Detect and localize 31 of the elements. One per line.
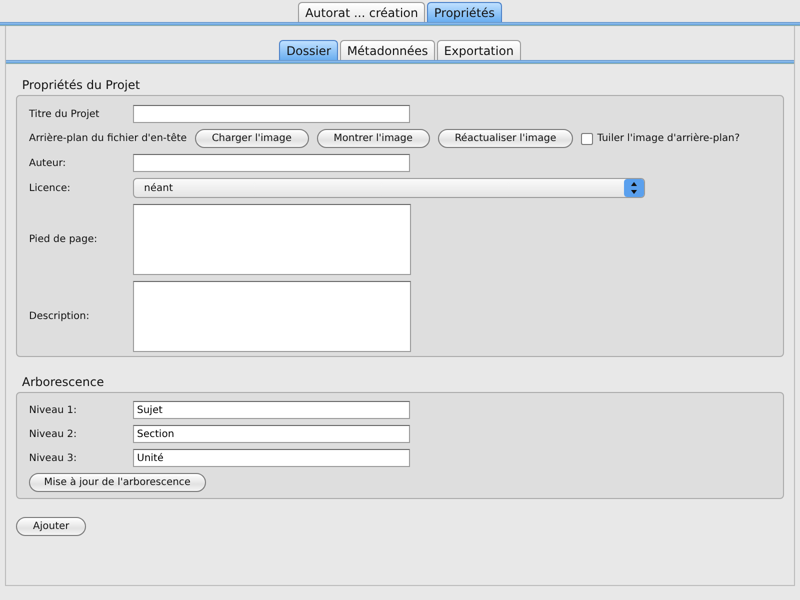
- tab[interactable]: Dossier: [279, 40, 338, 60]
- update-button[interactable]: Mise à jour de l'arborescence: [29, 473, 206, 492]
- license-select[interactable]: néant: [133, 178, 645, 198]
- text-area[interactable]: [133, 281, 411, 352]
- input-field[interactable]: [133, 105, 410, 123]
- tab[interactable]: Autorat ... création: [298, 2, 426, 22]
- field-label: Niveau 3:: [29, 452, 78, 464]
- input-field[interactable]: [133, 154, 410, 172]
- section-title: Propriétés du Projet: [22, 78, 141, 92]
- input-field[interactable]: Sujet: [133, 401, 410, 419]
- input-field[interactable]: Section: [133, 425, 410, 443]
- text-area[interactable]: [133, 204, 411, 275]
- tab[interactable]: Métadonnées: [340, 40, 436, 60]
- add-button[interactable]: Ajouter: [16, 517, 86, 536]
- tile-checkbox[interactable]: Tuiler l'image d'arrière-plan?: [581, 132, 740, 144]
- field-label: Arrière-plan du fichier d'en-tête: [29, 133, 187, 144]
- field-label: Auteur:: [29, 158, 67, 168]
- field-label: Niveau 2:: [29, 428, 78, 440]
- image-button[interactable]: Montrer l'image: [316, 129, 430, 148]
- section-title: Arborescence: [22, 375, 105, 389]
- stepper-icon: [624, 179, 644, 197]
- tab[interactable]: Exportation: [437, 40, 521, 60]
- tab[interactable]: Propriétés: [427, 2, 502, 22]
- field-label: Description:: [29, 311, 90, 322]
- image-button[interactable]: Charger l'image: [194, 129, 309, 148]
- field-label: Pied de page:: [29, 234, 98, 245]
- image-button[interactable]: Réactualiser l'image: [438, 129, 574, 148]
- field-label: Niveau 1:: [29, 404, 78, 416]
- field-label: Licence:: [29, 182, 72, 194]
- field-label: Titre du Projet: [29, 108, 100, 120]
- input-field[interactable]: Unité: [133, 449, 410, 467]
